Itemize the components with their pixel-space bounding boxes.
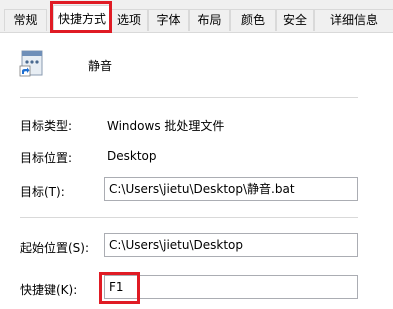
batch-file-shortcut-icon: [19, 50, 43, 77]
tab-details[interactable]: 详细信息: [314, 9, 393, 31]
target-location-value: Desktop: [107, 149, 157, 163]
target-type-label: 目标类型:: [20, 119, 73, 133]
tab-font[interactable]: 字体: [148, 9, 189, 31]
properties-panel: [0, 32, 393, 309]
shortcut-name: 静音: [88, 59, 113, 73]
target-label: 目标(T):: [20, 185, 65, 199]
tab-general[interactable]: 常规: [4, 9, 47, 31]
hotkey-highlight-box: [99, 272, 140, 304]
tab-colors[interactable]: 颜色: [230, 9, 276, 31]
divider: [20, 217, 358, 218]
target-location-label: 目标位置:: [20, 151, 73, 165]
tab-layout[interactable]: 布局: [189, 9, 230, 31]
target-field[interactable]: C:\Users\jietu\Desktop\静音.bat: [104, 177, 358, 201]
tab-options[interactable]: 选项: [110, 9, 148, 31]
target-type-value: Windows 批处理文件: [107, 119, 225, 133]
hotkey-label: 快捷键(K):: [20, 283, 78, 297]
tab-security[interactable]: 安全: [276, 9, 314, 31]
divider: [20, 97, 358, 98]
hotkey-field[interactable]: F1: [104, 275, 358, 299]
tab-highlight-box: [50, 1, 112, 33]
start-in-field[interactable]: C:\Users\jietu\Desktop: [104, 233, 358, 257]
start-in-label: 起始位置(S):: [20, 241, 90, 255]
